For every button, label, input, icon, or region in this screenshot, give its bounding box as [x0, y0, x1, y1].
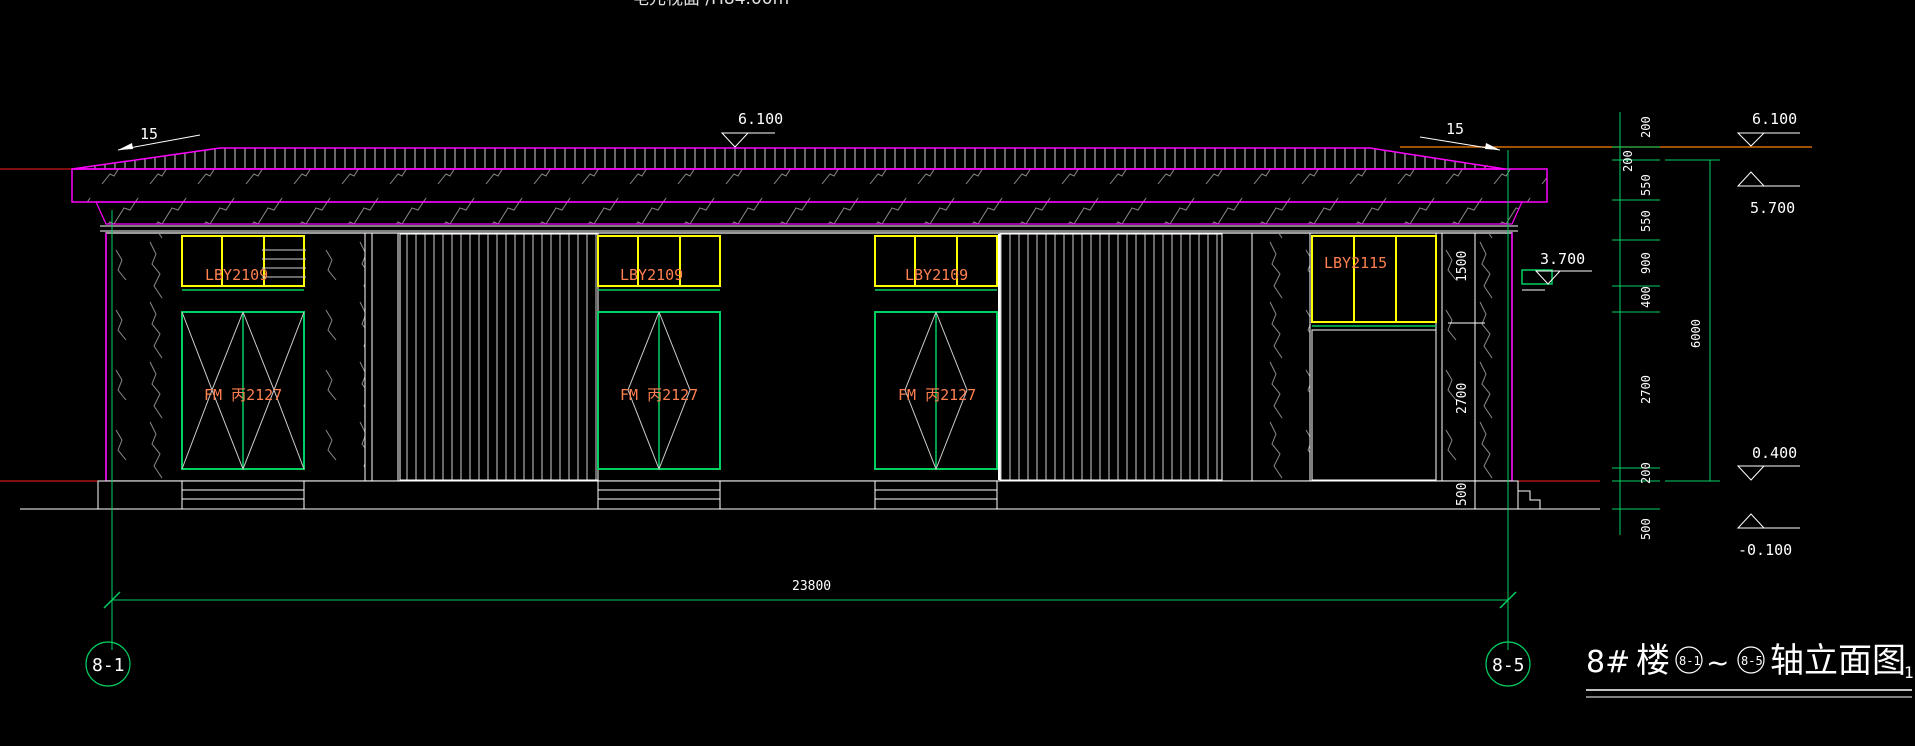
svg-text:8-5: 8-5: [1492, 655, 1525, 676]
svg-text:LBY2109: LBY2109: [905, 266, 968, 284]
svg-text:8-1: 8-1: [1679, 654, 1701, 668]
elevation-drawing: 屯元视面 /H84.00m 15 15 6.100: [0, 0, 1914, 698]
svg-text:LBY2109: LBY2109: [620, 266, 683, 284]
svg-text:8-1: 8-1: [92, 655, 125, 676]
svg-text:2700: 2700: [1639, 375, 1653, 404]
elevation-ground: -0.100: [1738, 541, 1792, 559]
fire-door-1: FM 丙2127: [181, 311, 305, 471]
svg-text:200: 200: [1639, 116, 1653, 138]
elevation-markers-right: [1736, 132, 1800, 529]
svg-text:550: 550: [1639, 210, 1653, 232]
elevation-marker-ridge: 6.100: [720, 110, 783, 148]
fire-door-2: FM 丙2127: [597, 311, 721, 471]
svg-text:3.700: 3.700: [1540, 250, 1585, 268]
svg-text:LBY2109: LBY2109: [205, 266, 268, 284]
canopy: 3.700: [1521, 250, 1592, 291]
slope-marker-right: 15: [1419, 120, 1501, 151]
svg-text:23800: 23800: [792, 579, 831, 594]
svg-text:8#: 8#: [1586, 645, 1630, 680]
svg-text:200: 200: [1621, 150, 1635, 172]
svg-text:400: 400: [1639, 286, 1653, 308]
top-note: 屯元视面 /H84.00m: [632, 0, 789, 9]
svg-text:500: 500: [1455, 483, 1470, 506]
svg-text:2700: 2700: [1455, 383, 1470, 414]
svg-text:轴立面图: 轴立面图: [1770, 641, 1906, 681]
svg-text:6000: 6000: [1689, 319, 1703, 348]
svg-text:1: 1: [1904, 663, 1914, 682]
louver-window-1: LBY2109: [181, 235, 306, 291]
drawing-title: 8# 楼 8-1 ~ 8-5 轴立面图 1: [1586, 641, 1914, 698]
svg-text:LBY2115: LBY2115: [1324, 254, 1387, 272]
svg-text:15: 15: [140, 125, 158, 143]
louver-window-4: LBY2115: [1311, 235, 1437, 327]
svg-text:200: 200: [1639, 462, 1653, 484]
svg-text:500: 500: [1639, 518, 1653, 540]
svg-text:FM 丙2127: FM 丙2127: [898, 386, 976, 404]
fire-door-3: FM 丙2127: [874, 311, 998, 471]
side-dimension-chain: 200 200 550 550 900 400 2700 200 500 600…: [1612, 112, 1720, 540]
svg-text:楼: 楼: [1636, 641, 1670, 681]
elevation-top: 6.100: [1752, 110, 1797, 128]
svg-text:FM 丙2127: FM 丙2127: [620, 386, 698, 404]
elevation-eave: 5.700: [1750, 199, 1795, 217]
roof: [71, 147, 1548, 232]
axis-bubble-8-1: 8-1: [85, 641, 131, 687]
svg-text:1500: 1500: [1455, 251, 1470, 282]
elevation-floor: 0.400: [1752, 444, 1797, 462]
svg-text:15: 15: [1446, 120, 1464, 138]
louver-window-3: LBY2109: [874, 235, 998, 291]
svg-text:~: ~: [1706, 646, 1729, 679]
svg-text:FM 丙2127: FM 丙2127: [204, 386, 282, 404]
louver-window-2: LBY2109: [597, 235, 721, 291]
svg-text:900: 900: [1639, 252, 1653, 274]
slope-marker-left: 15: [117, 125, 201, 151]
svg-text:550: 550: [1639, 174, 1653, 196]
svg-text:8-5: 8-5: [1741, 654, 1763, 668]
svg-text:6.100: 6.100: [738, 110, 783, 128]
opening-right: [1311, 329, 1437, 481]
